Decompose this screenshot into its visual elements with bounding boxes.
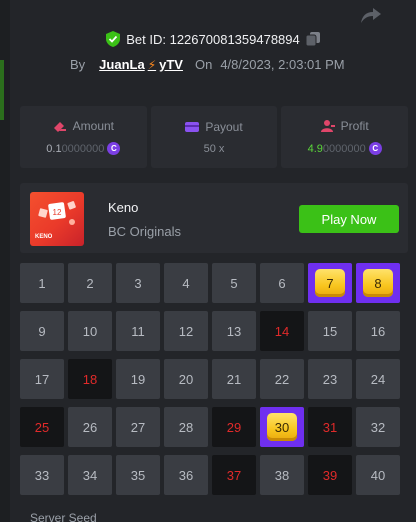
- keno-cell: 30: [260, 407, 304, 447]
- payout-card-icon: [185, 121, 200, 132]
- keno-cell: 29: [212, 407, 256, 447]
- on-label: On: [194, 57, 213, 72]
- bet-details-panel: Bet ID: 122670081359478894 By JuanLa ⚡ yTV…: [10, 0, 416, 522]
- bet-date: 4/8/2023, 2:03:01 PM: [220, 57, 345, 72]
- keno-cell: 10: [68, 311, 112, 351]
- server-seed-label: Server Seed: [30, 511, 97, 522]
- shield-check-icon: [106, 31, 121, 47]
- keno-cell: 15: [308, 311, 352, 351]
- share-icon[interactable]: [360, 6, 382, 24]
- keno-cell: 7: [308, 263, 352, 303]
- keno-cell: 38: [260, 455, 304, 495]
- bet-stats: Amount 0.10000000 C Payout 50 x Profit 4…: [20, 106, 409, 168]
- keno-cell: 9: [20, 311, 64, 351]
- play-now-button[interactable]: Play Now: [299, 205, 399, 233]
- keno-cell: 2: [68, 263, 112, 303]
- thumb-number: 12: [53, 208, 62, 217]
- background-accent-strip: [0, 60, 4, 120]
- keno-cell: 33: [20, 455, 64, 495]
- bet-author-row: By JuanLa ⚡ yTV On 4/8/2023, 2:03:01 PM: [70, 57, 345, 72]
- keno-cell: 11: [116, 311, 160, 351]
- keno-cell: 40: [356, 455, 400, 495]
- keno-cell: 6: [260, 263, 304, 303]
- keno-cell: 5: [212, 263, 256, 303]
- keno-cell: 12: [164, 311, 208, 351]
- keno-cell: 4: [164, 263, 208, 303]
- keno-cell: 22: [260, 359, 304, 399]
- profit-label: Profit: [340, 119, 369, 133]
- lightning-icon: ⚡: [147, 58, 157, 72]
- keno-board: 1 2 3 4 5 6 7 8 9 10 11 12 13 14 15 16 17 18 19 20 21 22 23 24 2…: [20, 263, 408, 495]
- payout-value: 50 x: [203, 142, 225, 155]
- background-edge: [0, 0, 10, 522]
- amount-value-trailing: 0000000: [61, 142, 105, 155]
- profit-value-trailing: 0000000: [322, 142, 366, 155]
- by-label: By: [70, 57, 86, 72]
- keno-cell: 25: [20, 407, 64, 447]
- keno-cell: 14: [260, 311, 304, 351]
- keno-cell: 35: [116, 455, 160, 495]
- amount-label: Amount: [72, 119, 115, 133]
- game-name: Keno: [108, 200, 139, 215]
- gem-icon: 7: [315, 269, 345, 297]
- keno-cell: 32: [356, 407, 400, 447]
- keno-cell: 39: [308, 455, 352, 495]
- keno-cell: 18: [68, 359, 112, 399]
- keno-cell: 27: [116, 407, 160, 447]
- keno-cell: 19: [116, 359, 160, 399]
- username-part2: yTV: [159, 57, 183, 72]
- keno-cell: 13: [212, 311, 256, 351]
- keno-cell: 17: [20, 359, 64, 399]
- keno-cell: 23: [308, 359, 352, 399]
- keno-thumbnail-art: 12 KENO: [35, 201, 76, 240]
- amount-icon: [53, 122, 66, 132]
- keno-cell: 24: [356, 359, 400, 399]
- keno-cell: 34: [68, 455, 112, 495]
- keno-cell: 16: [356, 311, 400, 351]
- game-provider: BC Originals: [108, 224, 181, 239]
- keno-cell: 1: [20, 263, 64, 303]
- keno-cell: 37: [212, 455, 256, 495]
- keno-cell: 21: [212, 359, 256, 399]
- amount-stat: Amount 0.10000000 C: [20, 106, 147, 168]
- keno-cell: 26: [68, 407, 112, 447]
- bet-id: Bet ID: 122670081359478894: [126, 31, 300, 47]
- thumb-label: KENO: [35, 234, 53, 240]
- profit-icon: [320, 120, 335, 132]
- keno-cell: 8: [356, 263, 400, 303]
- coin-icon: C: [107, 142, 121, 155]
- profit-value-significant: 4.9: [307, 142, 323, 155]
- amount-value-significant: 0.1: [46, 142, 62, 155]
- gem-icon: 30: [267, 413, 297, 441]
- payout-label: Payout: [205, 119, 243, 134]
- game-card: 12 KENO Keno BC Originals Play Now: [20, 183, 408, 253]
- bet-id-row: Bet ID: 122670081359478894: [10, 31, 416, 47]
- keno-cell: 20: [164, 359, 208, 399]
- keno-cell: 31: [308, 407, 352, 447]
- profit-stat: Profit 4.90000000 C: [281, 106, 409, 168]
- copy-icon[interactable]: [305, 32, 320, 46]
- gem-icon: 8: [363, 269, 393, 297]
- keno-cell: 36: [164, 455, 208, 495]
- username-link[interactable]: JuanLa ⚡ yTV: [99, 57, 183, 72]
- game-thumbnail[interactable]: 12 KENO: [30, 192, 84, 246]
- payout-stat: Payout 50 x: [150, 106, 278, 168]
- keno-cell: 3: [116, 263, 160, 303]
- keno-cell: 28: [164, 407, 208, 447]
- coin-icon: C: [368, 142, 382, 155]
- username-part1: JuanLa: [99, 57, 145, 72]
